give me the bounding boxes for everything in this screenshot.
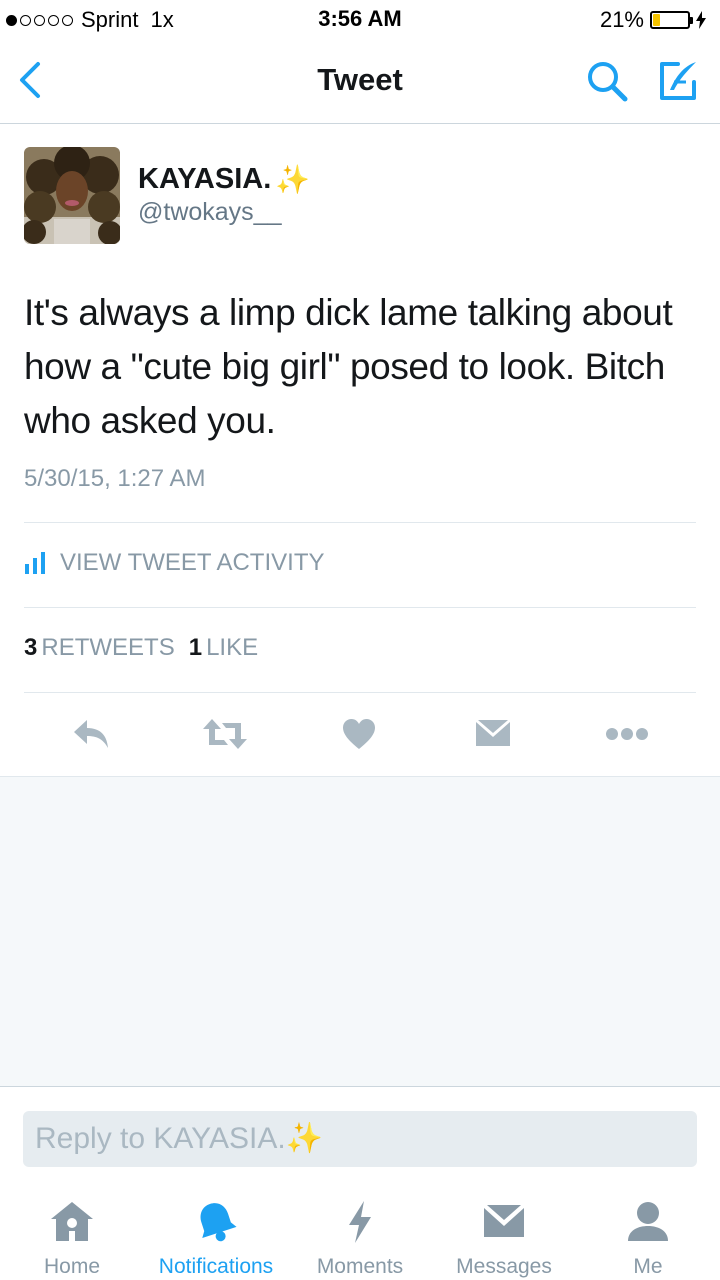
retweet-icon — [203, 719, 247, 749]
battery-percent: 21% — [599, 7, 644, 32]
likes-stat[interactable]: 1 LIKE — [189, 634, 258, 662]
activity-bars-icon — [25, 552, 45, 574]
tab-messages[interactable]: Messages — [432, 1185, 576, 1280]
more-options-button[interactable] — [603, 710, 651, 758]
divider — [24, 692, 696, 693]
more-dots-icon — [606, 728, 648, 740]
tab-me[interactable]: Me — [576, 1185, 720, 1280]
envelope-icon — [484, 1205, 524, 1237]
status-bar: Sprint 1x 3:56 AM 21% — [0, 0, 720, 40]
like-count: 1 — [188, 634, 203, 661]
retweet-button[interactable] — [201, 710, 249, 758]
retweet-count: 3 — [24, 634, 38, 661]
battery-level — [653, 14, 660, 26]
divider — [24, 522, 696, 523]
author-name-text: KAYASIA. — [138, 163, 272, 195]
charging-icon — [696, 11, 706, 29]
home-icon — [51, 1202, 93, 1241]
tweet-stats: 3 RETWEETS 1 LIKE — [24, 634, 258, 662]
tab-label-notifications: Notifications — [158, 1255, 274, 1278]
envelope-icon — [476, 720, 510, 746]
compose-icon[interactable] — [654, 58, 700, 104]
divider — [24, 607, 696, 608]
tweet-text: It's always a limp dick lame talking abo… — [24, 292, 673, 441]
tab-label-messages: Messages — [456, 1255, 552, 1278]
tweet-actions — [0, 710, 720, 760]
reply-input[interactable] — [35, 1122, 697, 1156]
view-tweet-activity-button[interactable]: VIEW TWEET ACTIVITY — [24, 549, 324, 577]
retweets-stat[interactable]: 3 RETWEETS — [24, 634, 175, 662]
reply-icon — [74, 720, 108, 748]
tab-label-home: Home — [43, 1255, 101, 1278]
tab-home[interactable]: Home — [0, 1185, 144, 1280]
like-button[interactable] — [335, 710, 383, 758]
empty-replies-area — [0, 776, 720, 1087]
author-name[interactable]: KAYASIA. ✨ — [138, 163, 310, 196]
tab-notifications[interactable]: Notifications — [144, 1185, 288, 1280]
nav-bar: Tweet — [0, 40, 720, 124]
heart-icon — [343, 719, 375, 749]
like-label: LIKE — [206, 634, 259, 661]
person-icon — [628, 1202, 668, 1241]
tweet-timestamp: 5/30/15, 1:27 AM — [24, 465, 206, 492]
reply-button[interactable] — [67, 710, 115, 758]
author-handle[interactable]: @twokays__ — [138, 198, 282, 227]
tab-label-me: Me — [633, 1255, 663, 1278]
tab-bar: Home Notifications Moments Messages Me — [0, 1185, 720, 1280]
lightning-icon — [349, 1201, 371, 1243]
bell-icon — [200, 1203, 237, 1242]
reply-box[interactable] — [23, 1111, 697, 1167]
retweet-label: RETWEETS — [41, 634, 175, 661]
tab-moments[interactable]: Moments — [288, 1185, 432, 1280]
status-right: 21% — [600, 7, 706, 33]
avatar[interactable] — [24, 147, 120, 244]
tab-label-moments: Moments — [316, 1255, 404, 1278]
activity-label: VIEW TWEET ACTIVITY — [60, 549, 325, 576]
search-icon[interactable] — [584, 58, 630, 104]
sparkle-emoji: ✨ — [275, 164, 311, 195]
battery-icon — [650, 11, 693, 29]
direct-message-button[interactable] — [469, 710, 517, 758]
